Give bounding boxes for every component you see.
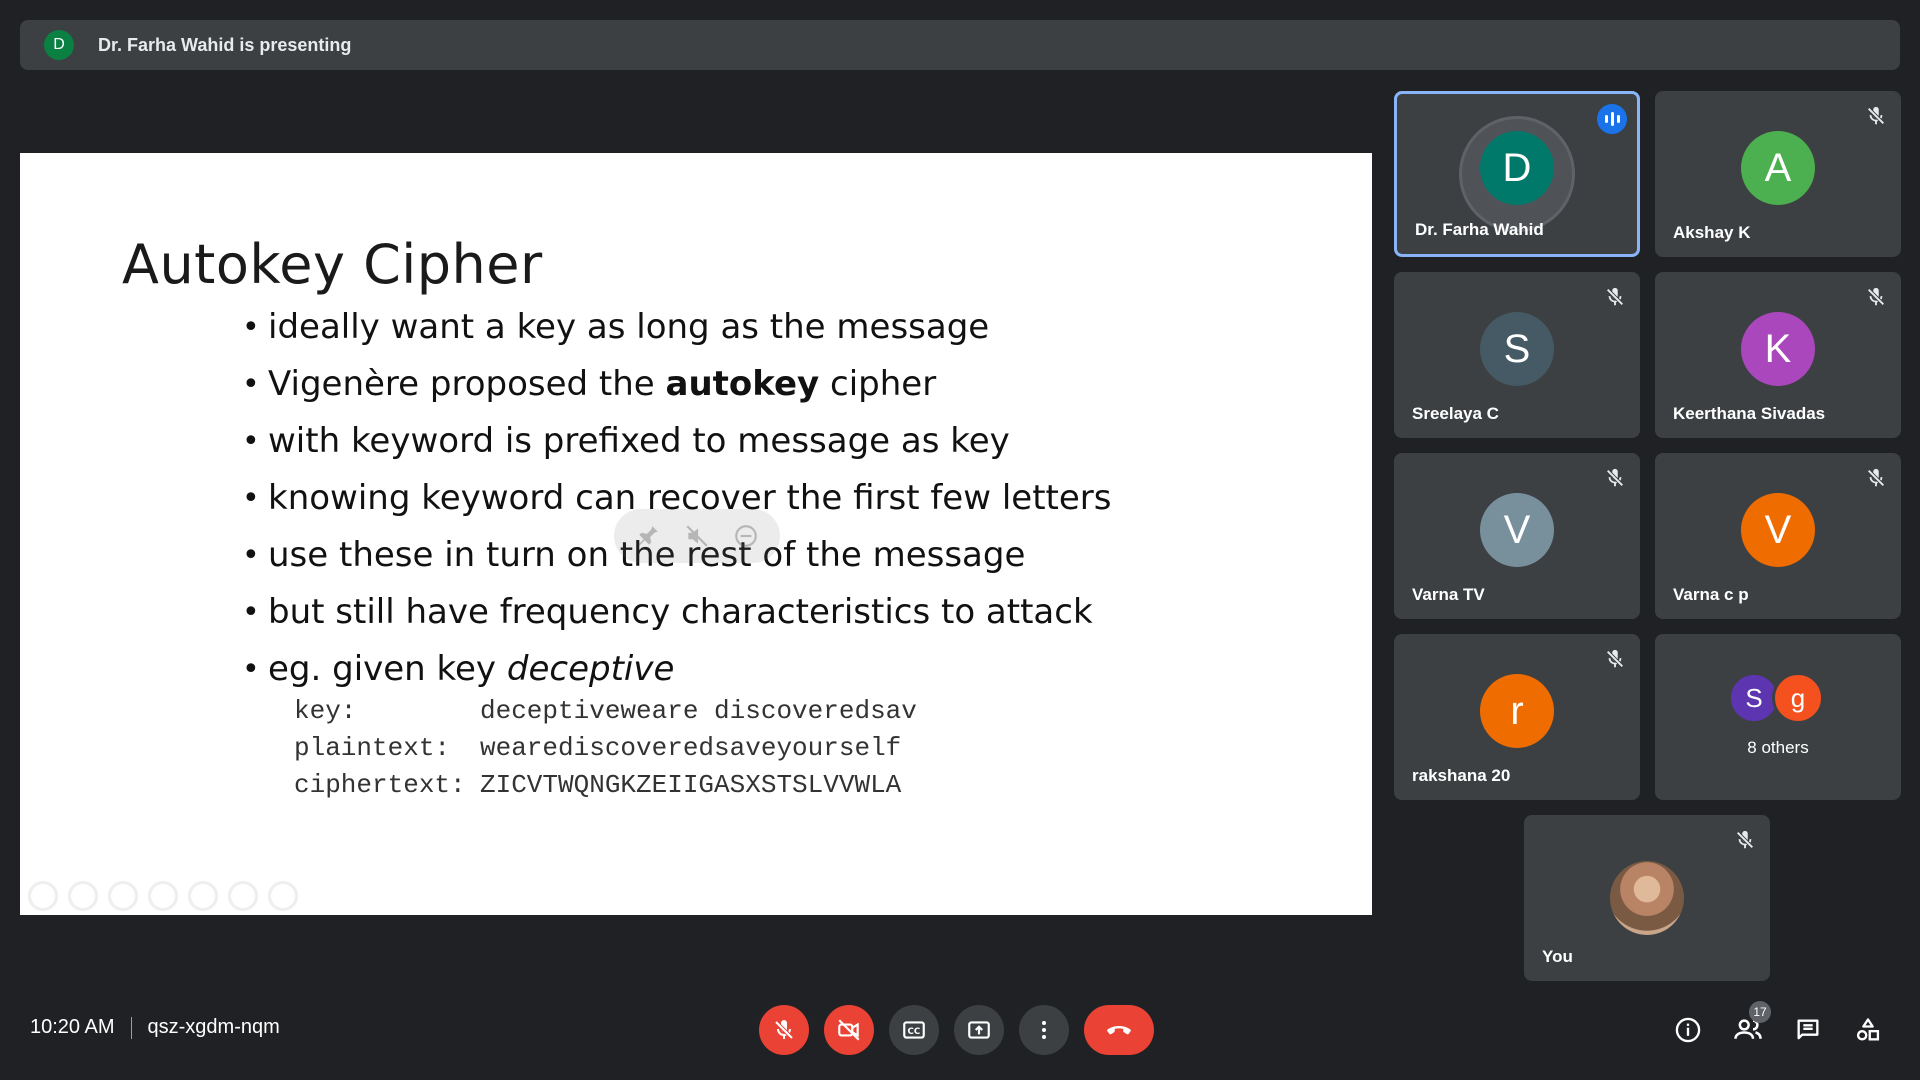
code-row-key: key: deceptiveweare discoveredsav — [294, 696, 917, 726]
activities-icon — [1856, 1018, 1880, 1041]
code-row-plaintext: plaintext: wearediscoveredsaveyourself — [294, 733, 902, 763]
mic-off-icon — [1867, 287, 1885, 306]
cipher-example: key: deceptiveweare discoveredsav plainte… — [294, 693, 917, 804]
present-icon — [968, 1021, 990, 1039]
participant-name: Sreelaya C — [1412, 404, 1499, 423]
mic-off-icon — [1606, 649, 1624, 668]
info-icon — [1675, 1017, 1701, 1043]
bullet-item: • ideally want a key as long as the messa… — [242, 307, 990, 347]
mic-off-icon — [1867, 106, 1885, 125]
others-avatars: S g — [1728, 672, 1828, 724]
code-row-ciphertext: ciphertext: ZICVTWQNGKZEIIGASXSTSLVVWLA — [294, 770, 902, 800]
audio-level-icon — [1597, 104, 1627, 134]
participant-name: Varna TV — [1412, 585, 1485, 604]
slide-controls-faded — [28, 881, 298, 911]
avatar: g — [1772, 672, 1824, 724]
avatar: V — [1741, 493, 1815, 567]
mic-off-icon — [1606, 287, 1624, 306]
bullet-item: • with keyword is prefixed to message as … — [242, 421, 1010, 461]
avatar: S — [1480, 312, 1554, 386]
avatar: A — [1741, 131, 1815, 205]
chat-icon — [1797, 1019, 1819, 1040]
others-count-label: 8 others — [1747, 738, 1809, 757]
mic-off-icon — [774, 1020, 794, 1040]
participant-name: Akshay K — [1673, 223, 1751, 242]
bullet-item: • Vigenère proposed the autokey cipher — [242, 364, 937, 404]
bullet-item: • but still have frequency characteristic… — [242, 592, 1093, 632]
captions-button[interactable]: CC — [889, 1005, 939, 1055]
avatar: D — [1480, 131, 1554, 205]
participant-name: rakshana 20 — [1412, 766, 1511, 785]
divider — [130, 1016, 132, 1039]
mic-off-icon — [1736, 830, 1754, 849]
more-options-button[interactable] — [1019, 1005, 1069, 1055]
mic-toggle-button[interactable] — [759, 1005, 809, 1055]
captions-icon: CC — [903, 1021, 925, 1039]
presentation-hover-toolbar[interactable] — [614, 509, 780, 563]
mic-off-icon — [1867, 468, 1885, 487]
current-time: 10:20 AM — [30, 1016, 115, 1038]
bullet-item: • eg. given key deceptive — [242, 649, 675, 689]
pin-icon[interactable] — [635, 523, 661, 549]
others-tile[interactable]: S g 8 others — [1655, 634, 1901, 800]
more-vert-icon — [1042, 1021, 1046, 1039]
camera-off-icon — [838, 1019, 860, 1041]
participant-tile[interactable]: K Keerthana Sivadas — [1655, 272, 1901, 438]
chat-button[interactable] — [1791, 1013, 1825, 1047]
participant-tile[interactable]: V Varna TV — [1394, 453, 1640, 619]
participant-tile[interactable]: D Dr. Farha Wahid — [1394, 91, 1640, 257]
mic-off-icon — [1606, 468, 1624, 487]
camera-toggle-button[interactable] — [824, 1005, 874, 1055]
participant-name: Varna c p — [1673, 585, 1749, 604]
presenting-banner: D Dr. Farha Wahid is presenting — [20, 20, 1900, 70]
participant-tile[interactable]: S Sreelaya C — [1394, 272, 1640, 438]
presenter-avatar: D — [44, 30, 74, 60]
avatar: K — [1741, 312, 1815, 386]
self-avatar-photo — [1610, 861, 1684, 935]
present-now-button[interactable] — [954, 1005, 1004, 1055]
participant-tile[interactable]: r rakshana 20 — [1394, 634, 1640, 800]
avatar: r — [1480, 674, 1554, 748]
slide-title: Autokey Cipher — [122, 233, 543, 296]
meeting-info-button[interactable] — [1671, 1013, 1705, 1047]
self-tile[interactable]: You — [1524, 815, 1770, 981]
meeting-code: qsz-xgdm-nqm — [147, 1016, 280, 1038]
avatar: V — [1480, 493, 1554, 567]
participant-name: Keerthana Sivadas — [1673, 404, 1826, 423]
svg-text:CC: CC — [908, 1027, 921, 1037]
presenting-text: Dr. Farha Wahid is presenting — [98, 34, 352, 55]
people-button[interactable]: 17 — [1731, 1001, 1771, 1047]
participant-tile[interactable]: V Varna c p — [1655, 453, 1901, 619]
slide-bullets: • ideally want a key as long as the messa… — [242, 299, 1111, 698]
mute-audio-icon[interactable] — [684, 523, 710, 549]
participant-name: You — [1542, 947, 1573, 966]
leave-call-button[interactable] — [1084, 1005, 1154, 1055]
participant-name: Dr. Farha Wahid — [1415, 220, 1544, 239]
presentation-slide: Autokey Cipher • ideally want a key as lo… — [20, 153, 1372, 915]
people-count-badge: 17 — [1749, 1001, 1771, 1023]
meeting-details: 10:20 AM qsz-xgdm-nqm — [30, 1016, 280, 1039]
participant-tile[interactable]: A Akshay K — [1655, 91, 1901, 257]
minimize-icon[interactable] — [733, 523, 759, 549]
activities-button[interactable] — [1851, 1013, 1885, 1047]
end-call-icon — [1107, 1026, 1131, 1035]
